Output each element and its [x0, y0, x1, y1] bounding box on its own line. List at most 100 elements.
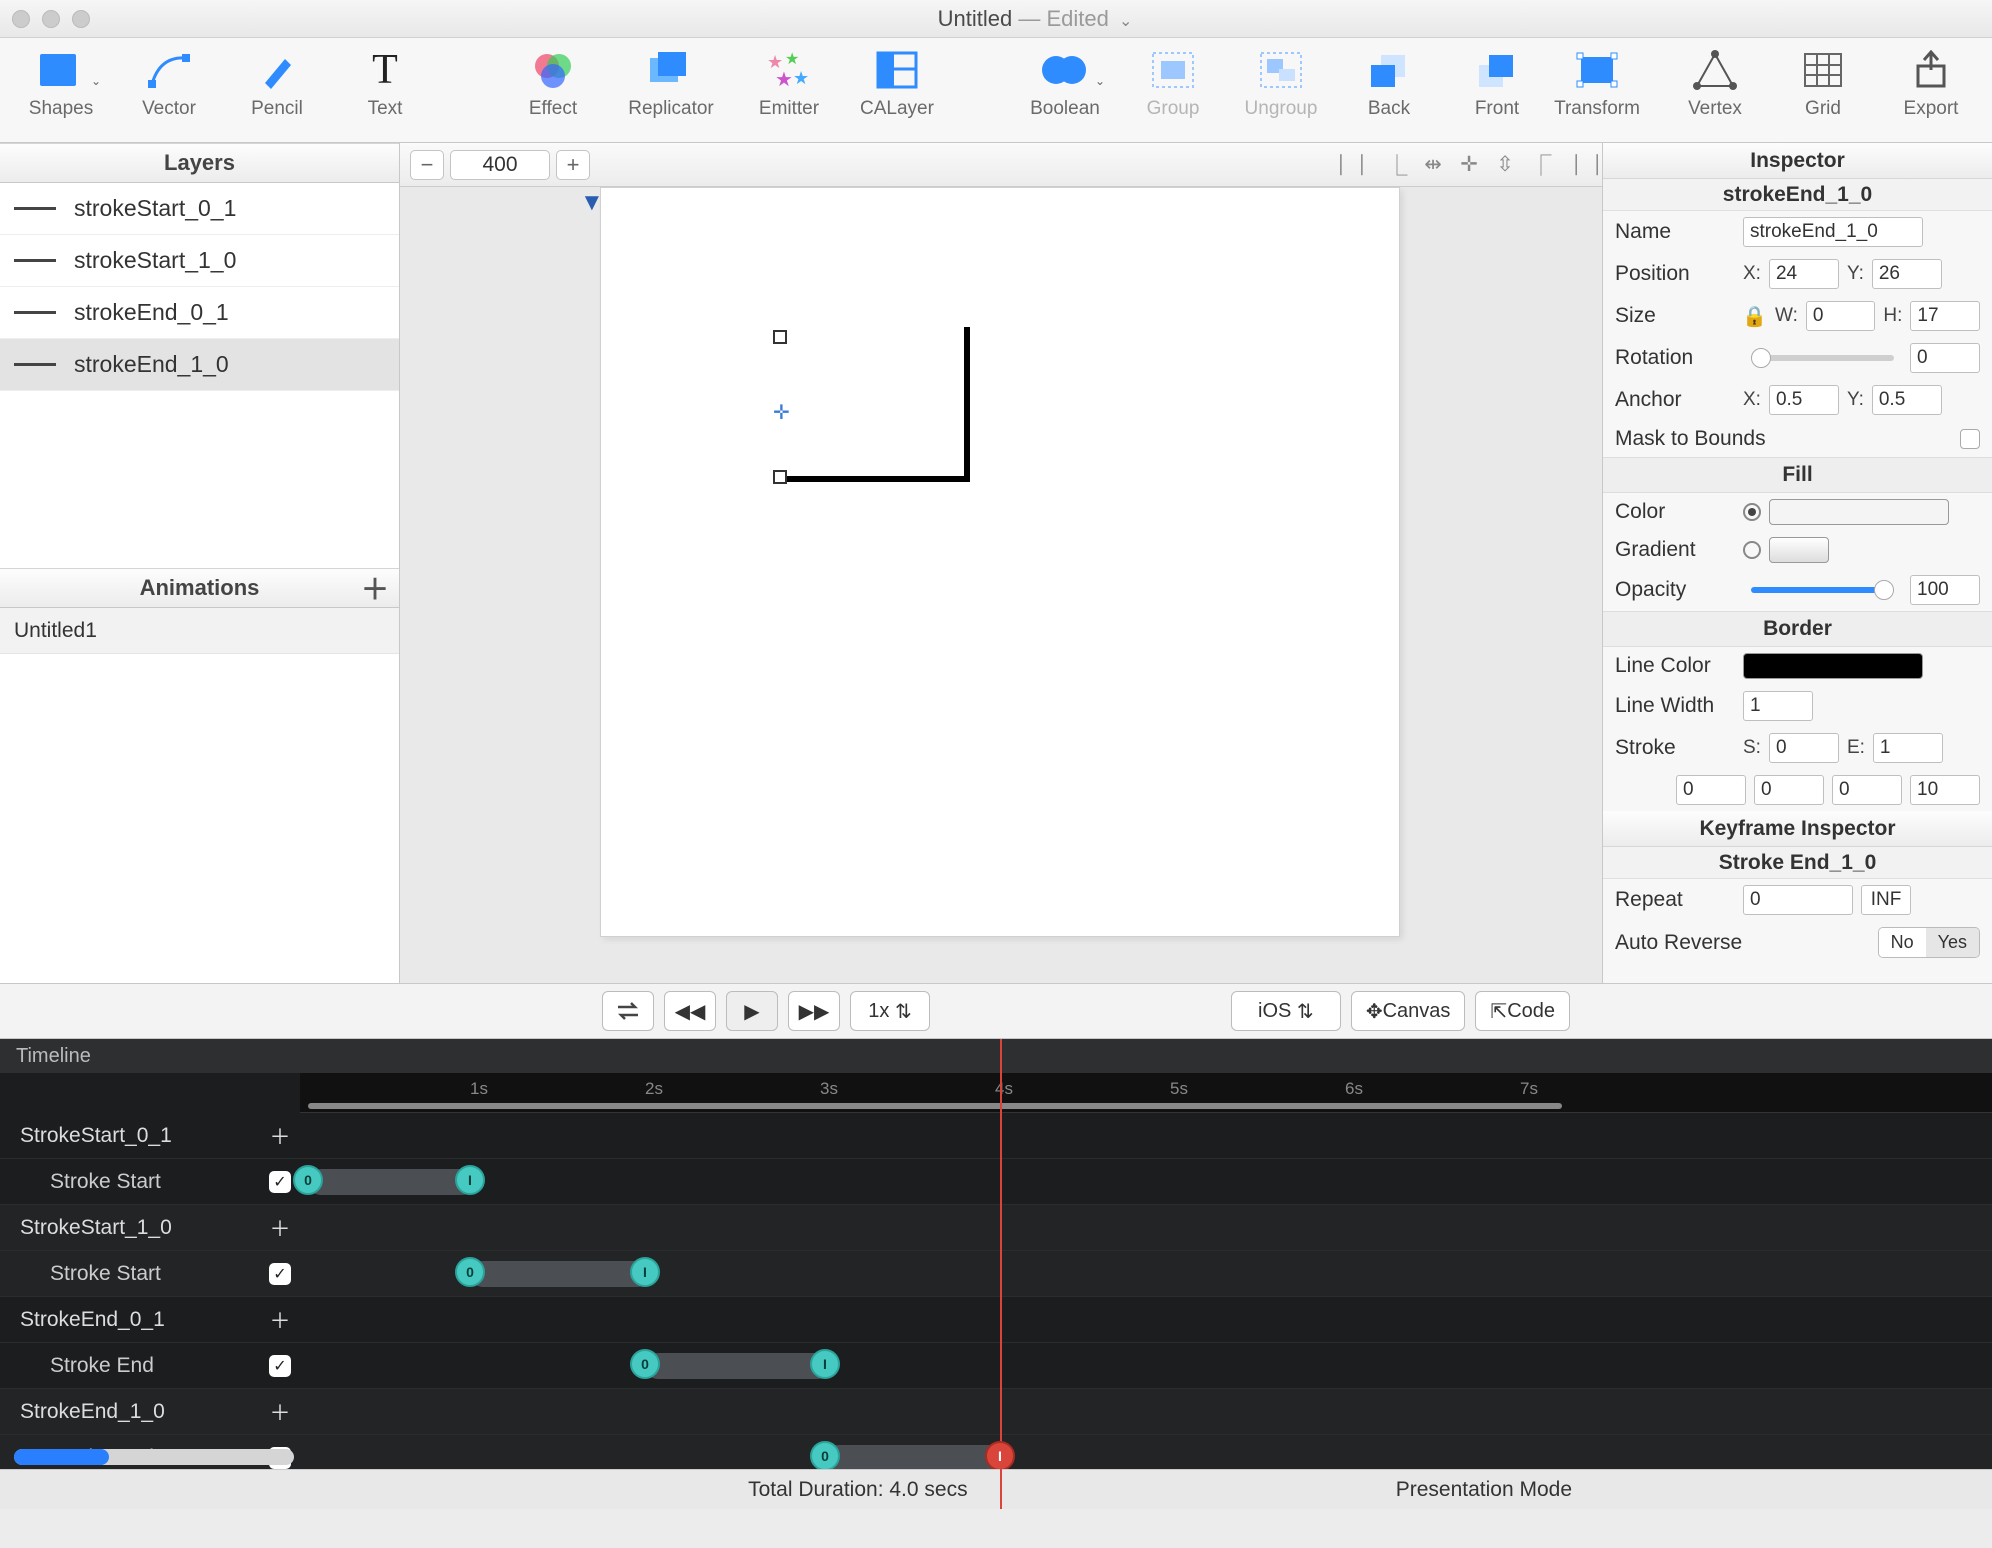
- anchor-y-field[interactable]: 0.5: [1872, 385, 1942, 415]
- minimize-window-icon[interactable]: [42, 10, 60, 28]
- vector-tool[interactable]: Vector: [124, 46, 214, 120]
- padding-field-1[interactable]: 0: [1754, 775, 1824, 805]
- shapes-tool[interactable]: ⌄ Shapes: [16, 46, 106, 120]
- group-tool[interactable]: Group: [1128, 46, 1218, 120]
- animation-clip[interactable]: [825, 1445, 1010, 1469]
- add-keyframe-icon[interactable]: ＋: [260, 1397, 300, 1427]
- code-mode-button[interactable]: ⇱ Code: [1475, 991, 1570, 1031]
- rotation-field[interactable]: 0: [1910, 343, 1980, 373]
- zoom-in-button[interactable]: +: [556, 150, 590, 180]
- scrollbar-thumb[interactable]: [14, 1449, 109, 1465]
- timeline-ruler[interactable]: 1s2s3s4s5s6s7s: [300, 1073, 1992, 1113]
- auto-reverse-yes[interactable]: Yes: [1926, 928, 1979, 957]
- timeline-track-row[interactable]: Stroke End✓0I: [0, 1435, 1992, 1469]
- add-animation-icon[interactable]: ＋: [361, 568, 389, 608]
- emitter-tool[interactable]: ★★★★ Emitter: [744, 46, 834, 120]
- padding-field-0[interactable]: 0: [1676, 775, 1746, 805]
- keyframe[interactable]: I: [985, 1441, 1015, 1469]
- track-enabled-checkbox[interactable]: ✓: [269, 1263, 291, 1285]
- replicator-tool[interactable]: Replicator: [616, 46, 726, 120]
- loop-button[interactable]: [602, 991, 654, 1031]
- auto-reverse-no[interactable]: No: [1879, 928, 1926, 957]
- repeat-inf-button[interactable]: INF: [1861, 885, 1911, 915]
- mask-bounds-checkbox[interactable]: [1960, 429, 1980, 449]
- timeline-range-bar[interactable]: [308, 1103, 1562, 1109]
- keyframe[interactable]: I: [810, 1349, 840, 1379]
- rotation-slider[interactable]: [1751, 355, 1894, 361]
- anchor-x-field[interactable]: 0.5: [1769, 385, 1839, 415]
- opacity-slider[interactable]: [1751, 587, 1894, 593]
- title-chevron-icon[interactable]: ⌄: [1119, 13, 1132, 30]
- animation-clip[interactable]: [470, 1261, 650, 1287]
- align-center-h-icon[interactable]: ⇹: [1418, 152, 1448, 178]
- zoom-window-icon[interactable]: [72, 10, 90, 28]
- opacity-field[interactable]: 100: [1910, 575, 1980, 605]
- front-tool[interactable]: Front: [1452, 46, 1542, 120]
- animation-clip[interactable]: [308, 1169, 475, 1195]
- forward-button[interactable]: ▶▶: [788, 991, 840, 1031]
- size-w-field[interactable]: 0: [1806, 301, 1876, 331]
- stroke-end-field[interactable]: 1: [1873, 733, 1943, 763]
- timeline-group-row[interactable]: StrokeEnd_1_0＋: [0, 1389, 1992, 1435]
- line-width-field[interactable]: 1: [1743, 691, 1813, 721]
- auto-reverse-toggle[interactable]: No Yes: [1878, 927, 1980, 958]
- keyframe[interactable]: 0: [810, 1441, 840, 1469]
- play-button[interactable]: ▶: [726, 991, 778, 1031]
- platform-selector[interactable]: iOS ⇅: [1231, 991, 1341, 1031]
- export-tool[interactable]: Export: [1886, 46, 1976, 120]
- line-color-swatch[interactable]: [1743, 653, 1923, 679]
- keyframe[interactable]: 0: [293, 1165, 323, 1195]
- zoom-out-button[interactable]: −: [410, 150, 444, 180]
- selection-handle[interactable]: [773, 330, 787, 344]
- ungroup-tool[interactable]: Ungroup: [1236, 46, 1326, 120]
- timeline-track-row[interactable]: Stroke End✓0I: [0, 1343, 1992, 1389]
- pencil-tool[interactable]: Pencil: [232, 46, 322, 120]
- track-enabled-checkbox[interactable]: ✓: [269, 1355, 291, 1377]
- speed-selector[interactable]: 1x ⇅: [850, 991, 930, 1031]
- name-field[interactable]: strokeEnd_1_0: [1743, 217, 1923, 247]
- timeline-group-row[interactable]: StrokeStart_0_1＋: [0, 1113, 1992, 1159]
- timeline-group-row[interactable]: StrokeEnd_0_1＋: [0, 1297, 1992, 1343]
- layer-row[interactable]: strokeStart_0_1: [0, 183, 399, 235]
- keyframe[interactable]: I: [630, 1257, 660, 1287]
- timeline-group-row[interactable]: StrokeStart_1_0＋: [0, 1205, 1992, 1251]
- keyframe[interactable]: 0: [455, 1257, 485, 1287]
- grid-tool[interactable]: Grid: [1778, 46, 1868, 120]
- align-plus-icon[interactable]: ✛: [1454, 152, 1484, 178]
- track-enabled-checkbox[interactable]: ✓: [269, 1171, 291, 1193]
- track-lane[interactable]: 0I: [300, 1343, 1992, 1388]
- track-lane[interactable]: 0I: [300, 1159, 1992, 1204]
- stroke-start-field[interactable]: 0: [1769, 733, 1839, 763]
- animation-row[interactable]: Untitled1: [0, 608, 399, 654]
- back-tool[interactable]: Back: [1344, 46, 1434, 120]
- timeline-track-row[interactable]: Stroke Start✓0I: [0, 1159, 1992, 1205]
- boolean-tool[interactable]: ⌄ Boolean: [1020, 46, 1110, 120]
- align-right-icon[interactable]: ⎹⎹: [1562, 152, 1592, 178]
- artboard[interactable]: [600, 187, 1400, 937]
- lock-icon[interactable]: 🔒: [1742, 304, 1767, 329]
- track-lane[interactable]: 0I: [300, 1435, 1992, 1469]
- align-bottom-icon[interactable]: ⎿: [1382, 152, 1412, 178]
- rewind-button[interactable]: ◀◀: [664, 991, 716, 1031]
- position-x-field[interactable]: 24: [1769, 259, 1839, 289]
- transform-tool[interactable]: Transform: [1542, 46, 1652, 120]
- canvas-stage[interactable]: ▼ ✛: [400, 187, 1602, 983]
- keyframe[interactable]: I: [455, 1165, 485, 1195]
- timeline-track-row[interactable]: Stroke Start✓0I: [0, 1251, 1992, 1297]
- close-window-icon[interactable]: [12, 10, 30, 28]
- fill-color-swatch[interactable]: [1769, 499, 1949, 525]
- gradient-swatch[interactable]: [1769, 537, 1829, 563]
- align-center-v-icon[interactable]: ⇳: [1490, 152, 1520, 178]
- align-top-icon[interactable]: ⎾: [1526, 152, 1556, 178]
- padding-field-2[interactable]: 0: [1832, 775, 1902, 805]
- track-lane[interactable]: 0I: [300, 1251, 1992, 1296]
- layer-row[interactable]: strokeStart_1_0: [0, 235, 399, 287]
- animation-clip[interactable]: [645, 1353, 830, 1379]
- layer-row[interactable]: strokeEnd_1_0: [0, 339, 399, 391]
- repeat-field[interactable]: 0: [1743, 885, 1853, 915]
- keyframe[interactable]: 0: [630, 1349, 660, 1379]
- size-h-field[interactable]: 17: [1910, 301, 1980, 331]
- selection-handle[interactable]: [773, 470, 787, 484]
- add-keyframe-icon[interactable]: ＋: [260, 1213, 300, 1243]
- effect-tool[interactable]: Effect: [508, 46, 598, 120]
